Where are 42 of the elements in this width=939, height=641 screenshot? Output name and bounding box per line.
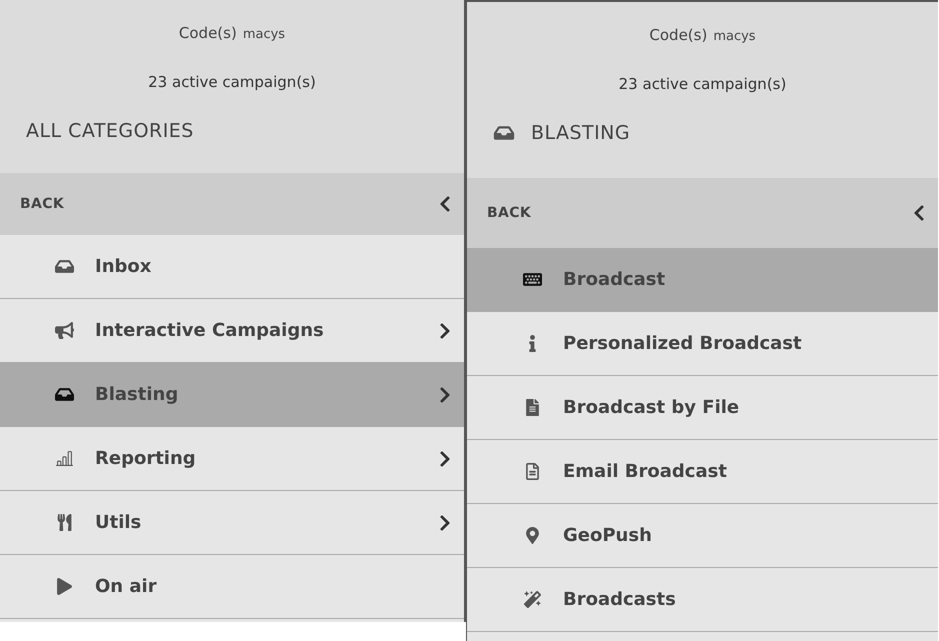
code-value: macys: [713, 28, 756, 46]
menu-item-label: Inbox: [95, 255, 152, 279]
menu-item[interactable]: Blasting: [0, 363, 464, 427]
menu-item-label: GeoPush: [563, 524, 652, 548]
category-heading: ALL CATEGORIES: [26, 119, 194, 144]
chevron-right-icon: [438, 386, 452, 404]
chevron-right-icon: [438, 514, 452, 532]
menu-item-label: Utils: [95, 511, 142, 535]
menu-item-label: Broadcast: [563, 268, 666, 292]
inbox-icon: [55, 258, 74, 275]
chevron-left-icon: [912, 204, 926, 222]
bar-chart-icon: [55, 450, 74, 467]
category-heading: BLASTING: [531, 121, 630, 146]
megaphone-icon: [55, 322, 74, 339]
menu-item-label: Email Broadcast: [563, 460, 727, 484]
menu-item-label: Broadcast by File: [563, 396, 740, 420]
code-label: Code(s): [178, 23, 237, 44]
menu-item-label: Blasting: [95, 383, 178, 407]
inbox-icon: [493, 124, 515, 142]
file-icon: [523, 463, 542, 480]
menu-item[interactable]: Broadcast: [467, 248, 938, 312]
play-icon: [55, 578, 74, 595]
back-button[interactable]: BACK: [467, 178, 938, 248]
chevron-right-icon: [438, 322, 452, 340]
fork-knife-icon: [55, 514, 74, 531]
chevron-left-icon: [438, 195, 452, 213]
menu-item-label: On air: [95, 575, 157, 599]
code-value: macys: [242, 26, 286, 44]
keyboard-icon: [523, 271, 542, 288]
chevron-right-icon: [438, 450, 452, 468]
magic-wand-icon: [523, 591, 542, 608]
menu-item-label: Interactive Campaigns: [95, 319, 324, 343]
campaign-count: 23 active campaign(s): [618, 74, 786, 94]
inbox-icon: [55, 386, 74, 403]
menu-item-label: Personalized Broadcast: [563, 332, 802, 356]
code-label: Code(s): [649, 25, 708, 46]
menu-item-label: Reporting: [95, 447, 196, 471]
campaign-count: 23 active campaign(s): [148, 72, 316, 92]
map-pin-icon: [523, 527, 542, 544]
file-icon: [523, 399, 542, 416]
back-button[interactable]: BACK: [0, 173, 464, 235]
menu-item-label: Broadcasts: [563, 588, 676, 612]
